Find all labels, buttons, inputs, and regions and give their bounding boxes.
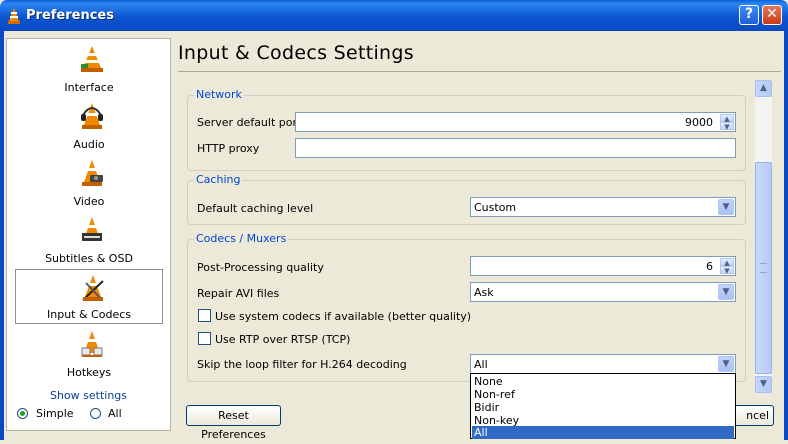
reset-preferences-button[interactable]: Reset Preferences [186, 405, 281, 441]
combo-value: Ask [474, 286, 494, 299]
system-codecs-checkbox[interactable] [198, 309, 211, 322]
spin-up-icon[interactable]: ▲ [720, 258, 734, 267]
spin-up-icon[interactable]: ▲ [720, 114, 734, 123]
repair-avi-combobox[interactable]: Ask ▼ [470, 282, 736, 302]
scroll-up-icon[interactable]: ▲ [755, 80, 772, 97]
sidebar-item-label: Interface [64, 81, 114, 94]
repair-avi-label: Repair AVI files [197, 287, 280, 300]
sidebar-item-interface[interactable]: Interface [15, 41, 163, 96]
sidebar-item-label: Audio [73, 138, 105, 151]
rtp-rtsp-checkbox[interactable] [198, 332, 211, 345]
spin-buttons[interactable]: ▲ ▼ [720, 114, 734, 131]
pp-quality-spinbox[interactable]: 6 ▲ ▼ [470, 256, 736, 276]
scrollbar-thumb[interactable] [755, 162, 772, 374]
network-group: Network Server default port 9000 ▲ ▼ HTTP… [187, 88, 746, 171]
group-title: Codecs / Muxers [194, 232, 289, 245]
vlc-cone-subtitles-icon [82, 217, 102, 241]
spin-value: 6 [706, 260, 713, 273]
window-frame-right [784, 31, 788, 440]
system-codecs-label[interactable]: Use system codecs if available (better q… [215, 310, 471, 323]
all-mode-radio[interactable]: All [90, 407, 140, 421]
pp-quality-label: Post-Processing quality [197, 261, 324, 274]
server-port-label: Server default port [197, 116, 302, 129]
loop-filter-label: Skip the loop filter for H.264 decoding [197, 358, 407, 371]
window-frame-left [0, 31, 4, 440]
dropdown-option[interactable]: Bidir [472, 401, 734, 414]
sidebar-item-hotkeys[interactable]: Hotkeys [15, 326, 163, 381]
http-proxy-label: HTTP proxy [197, 142, 260, 155]
sidebar-item-label: Video [73, 195, 105, 208]
combo-value: Custom [474, 201, 517, 214]
title-divider [178, 71, 781, 72]
http-proxy-input[interactable] [295, 138, 736, 158]
settings-scroll-area: Network Server default port 9000 ▲ ▼ HTTP… [178, 80, 754, 395]
category-sidebar: Interface Audio Video Subtitles & OSD In… [6, 38, 171, 431]
sidebar-item-label: Input & Codecs [47, 308, 131, 321]
spin-down-icon[interactable]: ▼ [720, 266, 734, 275]
page-title: Input & Codecs Settings [178, 42, 414, 64]
sidebar-item-subtitles[interactable]: Subtitles & OSD [15, 212, 163, 267]
vlc-cone-hotkeys-icon [81, 331, 103, 357]
codecs-muxers-group: Codecs / Muxers Post-Processing quality … [187, 232, 746, 382]
spin-value: 9000 [685, 116, 713, 129]
grip-icon [760, 263, 767, 273]
chevron-down-icon[interactable]: ▼ [718, 199, 734, 215]
loop-filter-combobox[interactable]: All ▼ [470, 354, 736, 374]
title-bar [0, 0, 788, 31]
vlc-cone-video-icon [82, 160, 103, 186]
caching-group: Caching Default caching level Custom ▼ [187, 173, 746, 225]
loop-filter-dropdown-list: None Non-ref Bidir Non-key All [470, 373, 736, 439]
sidebar-item-input-codecs[interactable]: Input & Codecs [15, 269, 163, 324]
combo-value: All [474, 358, 488, 371]
simple-mode-radio[interactable]: Simple [17, 407, 87, 421]
scroll-down-icon[interactable]: ▼ [755, 376, 772, 393]
rtp-rtsp-label[interactable]: Use RTP over RTSP (TCP) [215, 333, 350, 346]
sidebar-item-label: Hotkeys [66, 366, 112, 379]
radio-label: All [108, 407, 122, 420]
vertical-scrollbar[interactable]: ▲ ▼ [755, 80, 772, 393]
sidebar-item-audio[interactable]: Audio [15, 98, 163, 153]
spin-down-icon[interactable]: ▼ [720, 122, 734, 131]
dropdown-option[interactable]: Non-ref [472, 388, 734, 401]
sidebar-item-label: Subtitles & OSD [45, 252, 133, 265]
group-title: Network [194, 88, 244, 101]
server-port-spinbox[interactable]: 9000 ▲ ▼ [295, 112, 736, 132]
caching-level-label: Default caching level [197, 202, 314, 215]
radio-indicator [90, 408, 101, 419]
vlc-cone-codecs-icon [82, 275, 104, 301]
show-settings-label: Show settings [49, 389, 128, 402]
sidebar-item-video[interactable]: Video [15, 155, 163, 210]
group-title: Caching [194, 173, 243, 186]
close-icon[interactable]: ✕ [762, 5, 782, 25]
window-title: Preferences [26, 8, 114, 23]
help-icon[interactable]: ? [739, 5, 759, 25]
radio-indicator [17, 408, 28, 419]
chevron-down-icon[interactable]: ▼ [718, 284, 734, 300]
dropdown-option-highlighted[interactable]: All [472, 426, 734, 439]
radio-label: Simple [36, 407, 74, 420]
chevron-down-icon[interactable]: ▼ [718, 356, 734, 372]
vlc-cone-headphones-icon [81, 103, 103, 129]
vlc-cone-icon [8, 8, 20, 24]
dropdown-option[interactable]: None [472, 375, 734, 388]
caching-level-combobox[interactable]: Custom ▼ [470, 197, 736, 217]
spin-buttons[interactable]: ▲ ▼ [720, 258, 734, 275]
vlc-cone-interface-icon [81, 46, 103, 72]
